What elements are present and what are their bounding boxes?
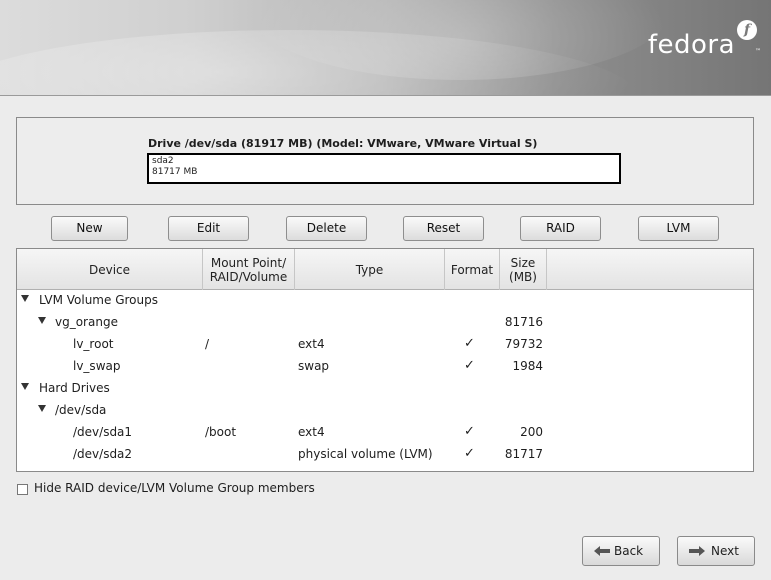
back-button[interactable]: Back <box>582 536 660 566</box>
device-name: LVM Volume Groups <box>39 293 158 307</box>
header-banner: fedora f ™ <box>0 0 771 96</box>
lvm-button-label: LVM <box>666 221 691 235</box>
format-check-icon: ✓ <box>464 446 475 461</box>
table-row[interactable]: lv_root / ext4 ✓ 79732 <box>17 334 753 356</box>
reset-button[interactable]: Reset <box>403 216 484 241</box>
edit-button[interactable]: Edit <box>168 216 249 241</box>
column-label: Device <box>88 262 131 277</box>
column-header-mount-point[interactable]: Mount Point/ RAID/Volume <box>203 249 295 290</box>
drive-title: Drive /dev/sda (81917 MB) (Model: VMware… <box>148 137 538 150</box>
table-row[interactable]: /dev/sda2 physical volume (LVM) ✓ 81717 <box>17 444 753 466</box>
table-row[interactable]: vg_orange 81716 <box>17 312 753 334</box>
expander-triangle-icon[interactable] <box>21 383 29 390</box>
device-size: 200 <box>520 425 543 439</box>
format-check-icon: ✓ <box>464 336 475 351</box>
next-button[interactable]: Next <box>677 536 755 566</box>
mount-point: / <box>205 337 210 351</box>
device-size: 79732 <box>504 337 543 351</box>
fedora-logo-icon: f <box>737 20 757 40</box>
device-size: 81716 <box>504 315 543 329</box>
table-header: Device Mount Point/ RAID/Volume Type For… <box>17 249 753 290</box>
device-name: /dev/sda1 <box>73 425 133 439</box>
next-arrow-icon <box>689 546 705 556</box>
back-button-label: Back <box>614 544 644 558</box>
partition-name: sda2 <box>152 156 174 166</box>
device-name: /dev/sda <box>55 403 107 417</box>
column-label: Size <box>510 255 536 270</box>
table-row[interactable]: LVM Volume Groups <box>17 290 753 312</box>
device-type: ext4 <box>298 337 325 351</box>
lvm-button[interactable]: LVM <box>638 216 719 241</box>
device-name: lv_root <box>73 337 114 351</box>
new-button-label: New <box>76 221 103 235</box>
device-type: swap <box>298 359 330 373</box>
expander-triangle-icon[interactable] <box>38 405 46 412</box>
device-name: Hard Drives <box>39 381 110 395</box>
expander-triangle-icon[interactable] <box>38 317 46 324</box>
table-row[interactable]: Hard Drives <box>17 378 753 400</box>
raid-button[interactable]: RAID <box>520 216 601 241</box>
new-button[interactable]: New <box>51 216 128 241</box>
device-type: physical volume (LVM) <box>298 447 433 461</box>
mount-point: /boot <box>205 425 237 439</box>
device-tree[interactable]: Device Mount Point/ RAID/Volume Type For… <box>16 248 754 472</box>
edit-button-label: Edit <box>196 221 221 235</box>
column-header-spacer <box>547 249 753 290</box>
partition-size: 81717 MB <box>152 167 198 177</box>
hide-members-label[interactable]: Hide RAID device/LVM Volume Group member… <box>34 481 315 495</box>
next-button-label: Next <box>711 544 739 558</box>
fedora-logo-text: fedora <box>647 30 735 60</box>
device-size: 81717 <box>504 447 543 461</box>
delete-button-label: Delete <box>306 221 347 235</box>
table-row[interactable]: /dev/sda <box>17 400 753 422</box>
column-label: (MB) <box>509 269 537 284</box>
device-name: vg_orange <box>55 315 118 329</box>
device-size: 1984 <box>512 359 543 373</box>
reset-button-label: Reset <box>426 221 461 235</box>
delete-button[interactable]: Delete <box>286 216 367 241</box>
hide-members-checkbox[interactable] <box>17 484 28 495</box>
column-label: Format <box>450 262 494 277</box>
expander-triangle-icon[interactable] <box>21 295 29 302</box>
partition-bar[interactable]: sda2 81717 MB <box>147 153 621 184</box>
column-header-size[interactable]: Size (MB) <box>500 249 547 290</box>
column-label: Mount Point/ <box>210 255 287 270</box>
trademark-mark: ™ <box>755 48 761 55</box>
device-name: /dev/sda2 <box>73 447 133 461</box>
raid-button-label: RAID <box>546 221 575 235</box>
back-arrow-icon <box>594 546 610 556</box>
column-label: RAID/Volume <box>209 269 288 284</box>
device-type: ext4 <box>298 425 325 439</box>
table-row[interactable]: lv_swap swap ✓ 1984 <box>17 356 753 378</box>
column-header-type[interactable]: Type <box>295 249 445 290</box>
column-header-format[interactable]: Format <box>445 249 500 290</box>
format-check-icon: ✓ <box>464 424 475 439</box>
device-name: lv_swap <box>73 359 121 373</box>
format-check-icon: ✓ <box>464 358 475 373</box>
table-row[interactable]: /dev/sda1 /boot ext4 ✓ 200 <box>17 422 753 444</box>
column-label: Type <box>355 262 384 277</box>
column-header-device[interactable]: Device <box>17 249 203 290</box>
